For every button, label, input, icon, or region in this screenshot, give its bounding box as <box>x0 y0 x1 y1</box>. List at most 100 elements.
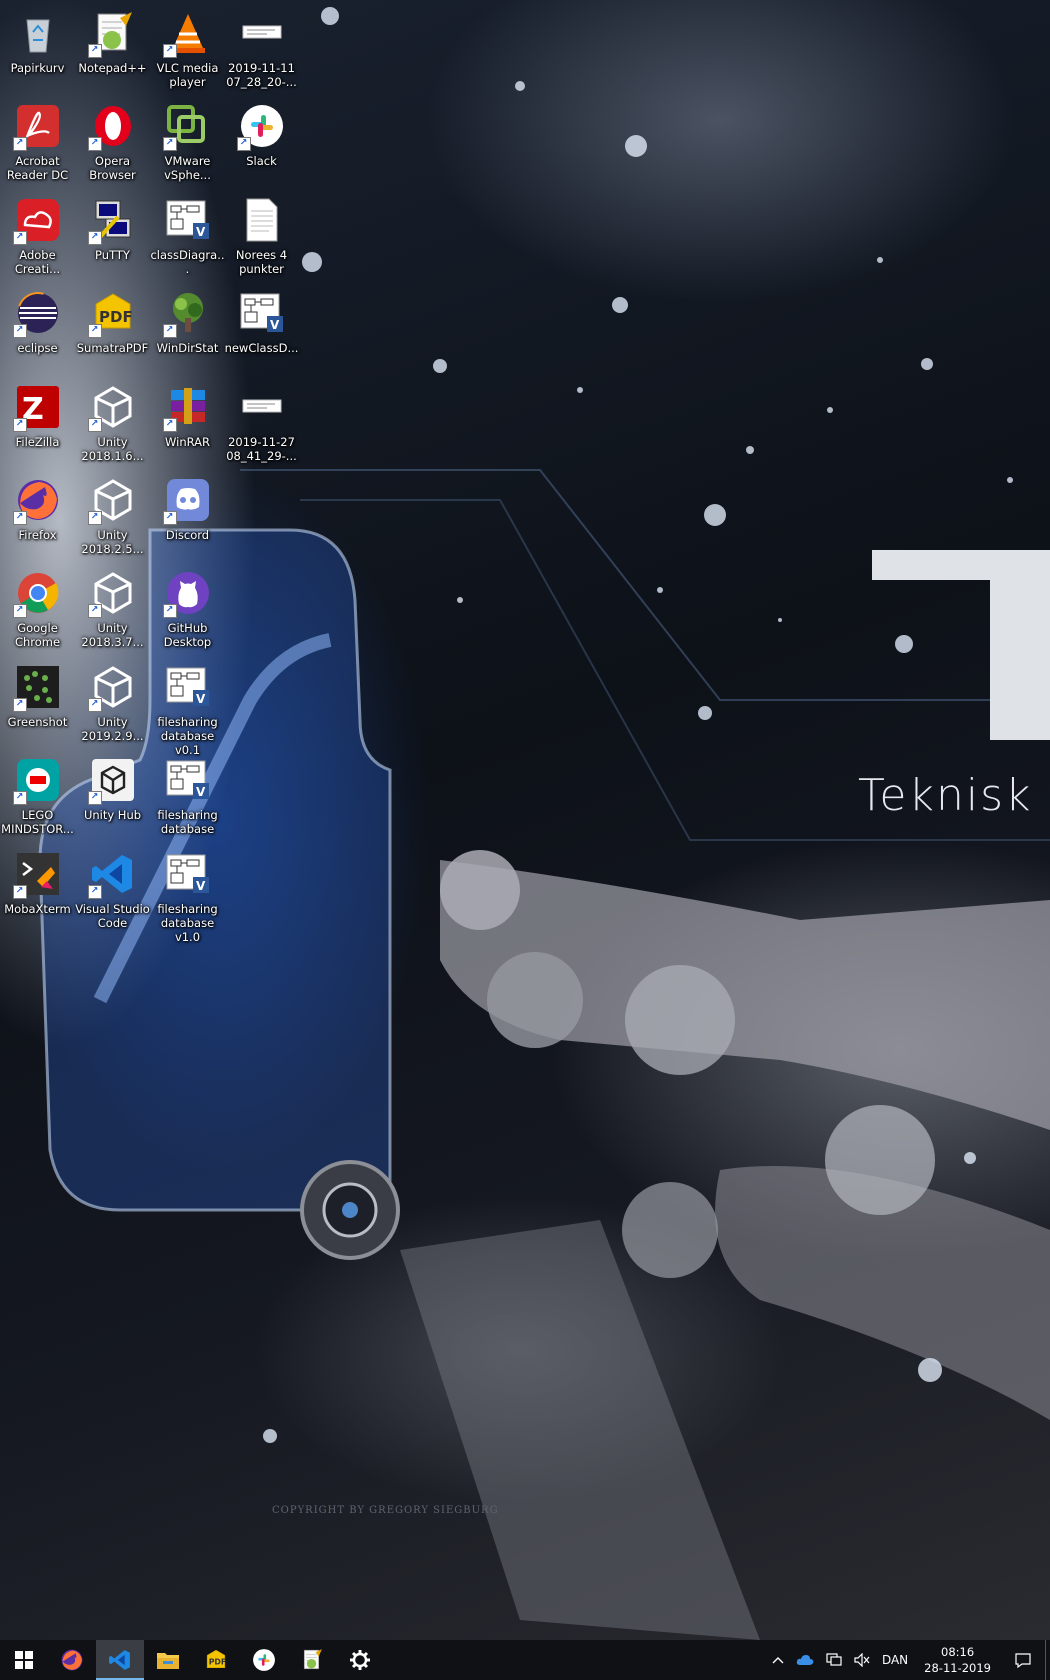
shortcut-arrow-icon: ↗ <box>236 137 251 152</box>
desktop-shortcut-filezilla[interactable]: Z ↗ FileZilla <box>0 378 75 474</box>
network-icon[interactable] <box>820 1640 848 1680</box>
windows-start-icon <box>15 1651 33 1669</box>
desktop-shortcut-acrobat[interactable]: ↗ Acrobat Reader DC <box>0 97 75 193</box>
desktop-shortcut-image-file[interactable]: 2019-11-27 08_41_29-... <box>224 378 299 474</box>
desktop-shortcut-creative-cloud[interactable]: ↗ Adobe Creati... <box>0 191 75 287</box>
action-center-icon[interactable] <box>1001 1640 1045 1680</box>
desktop-shortcut-lego-mindstorms[interactable]: ↗ LEGO MINDSTOR... <box>0 751 75 847</box>
desktop-shortcut-vscode[interactable]: ↗ Visual Studio Code <box>75 845 150 941</box>
image-file-icon <box>239 384 285 430</box>
desktop-shortcut-slack[interactable]: ↗ Slack <box>224 97 299 193</box>
shortcut-arrow-icon: ↗ <box>87 791 102 806</box>
desktop-shortcut-mobaxterm[interactable]: ↗ MobaXterm <box>0 845 75 941</box>
show-desktop-button[interactable] <box>1045 1640 1050 1680</box>
desktop-shortcut-label: GitHub Desktop <box>163 621 212 650</box>
desktop-shortcut-visio-document[interactable]: Vfilesharing database <box>150 751 225 847</box>
desktop-shortcut-text-document[interactable]: Norees 4 punkter <box>224 191 299 287</box>
shortcut-arrow-icon: ↗ <box>162 417 177 432</box>
opera-icon: ↗ <box>87 103 136 152</box>
desktop-shortcut-discord[interactable]: ↗ Discord <box>150 471 225 567</box>
desktop-shortcut-label: Slack <box>246 154 277 169</box>
chrome-icon: ↗ <box>12 570 61 619</box>
shortcut-arrow-icon: ↗ <box>12 791 27 806</box>
desktop-shortcut-label: Papirkurv <box>10 61 65 75</box>
wallpaper-copyright: COPYRIGHT BY GREGORY SIEGBURG <box>272 1505 499 1516</box>
desktop-shortcut-chrome[interactable]: ↗ Google Chrome <box>0 564 75 660</box>
desktop-shortcut-label: Adobe Creati... <box>14 247 61 276</box>
desktop-shortcut-label: SumatraPDF <box>76 341 149 356</box>
desktop-shortcut-label: classDiagra... <box>150 247 225 276</box>
shortcut-arrow-icon: ↗ <box>12 324 27 339</box>
desktop-shortcut-label: Unity 2018.1.6... <box>81 434 144 463</box>
shortcut-arrow-icon: ↗ <box>162 324 177 339</box>
desktop-shortcut-unity[interactable]: ↗ Unity 2018.1.6... <box>75 378 150 474</box>
desktop-shortcut-label: WinRAR <box>165 434 210 449</box>
shortcut-arrow-icon: ↗ <box>162 44 177 58</box>
taskbar-slack-button[interactable] <box>240 1640 288 1680</box>
desktop-shortcut-github-desktop[interactable]: ↗ GitHub Desktop <box>150 564 225 660</box>
desktop-shortcut-label: VLC media player <box>156 61 219 89</box>
shortcut-arrow-icon: ↗ <box>87 511 102 525</box>
desktop-shortcut-label: Unity 2018.3.7... <box>81 621 144 650</box>
desktop-shortcut-unity[interactable]: ↗ Unity 2018.2.5... <box>75 471 150 567</box>
desktop-shortcut-label: Notepad++ <box>78 61 147 75</box>
unity-icon: ↗ <box>87 664 136 712</box>
recycle-bin-icon <box>15 10 61 56</box>
shortcut-arrow-icon: ↗ <box>162 511 177 525</box>
notepadpp-icon <box>300 1648 324 1672</box>
greenshot-icon: ↗ <box>12 664 61 712</box>
desktop-shortcut-label: newClassD... <box>224 341 299 356</box>
desktop-shortcut-vmware[interactable]: ↗ VMware vSphe... <box>150 97 225 193</box>
show-hidden-icons-chevron-icon[interactable] <box>766 1640 790 1680</box>
desktop-shortcut-label: filesharing database <box>157 808 218 837</box>
filezilla-icon: Z ↗ <box>12 384 61 432</box>
notepadpp-icon: ↗ <box>87 10 136 58</box>
taskbar-settings-gear-button[interactable] <box>336 1640 384 1680</box>
unity-icon: ↗ <box>87 570 136 619</box>
settings-gear-icon <box>349 1649 371 1671</box>
desktop-shortcut-windirstat[interactable]: ↗ WinDirStat <box>150 284 225 380</box>
desktop-shortcut-visio-document[interactable]: Vfilesharing database v1.0 <box>150 845 225 944</box>
desktop-shortcut-unity-hub[interactable]: ↗ Unity Hub <box>75 751 150 847</box>
clock-date: 28-11-2019 <box>924 1661 991 1675</box>
desktop-shortcut-sumatrapdf[interactable]: PDF ↗ SumatraPDF <box>75 284 150 380</box>
taskbar-file-explorer-button[interactable] <box>144 1640 192 1680</box>
vlc-icon: ↗ <box>162 10 211 58</box>
shortcut-arrow-icon: ↗ <box>87 324 102 339</box>
taskbar-vscode-button[interactable] <box>96 1640 144 1680</box>
desktop-shortcut-visio-document[interactable]: Vfilesharing database v0.1 <box>150 658 225 757</box>
onedrive-cloud-icon[interactable] <box>790 1640 820 1680</box>
desktop-shortcut-image-file[interactable]: 2019-11-11 07_28_20-... <box>224 4 299 100</box>
taskbar-windows-start-button[interactable] <box>0 1640 48 1680</box>
desktop-shortcut-unity[interactable]: ↗ Unity 2019.2.9... <box>75 658 150 754</box>
desktop-shortcut-recycle-bin[interactable]: Papirkurv <box>0 4 75 100</box>
desktop-shortcut-winrar[interactable]: ↗ WinRAR <box>150 378 225 474</box>
volume-muted-icon[interactable] <box>848 1640 876 1680</box>
desktop-shortcut-putty[interactable]: ↗ PuTTY <box>75 191 150 287</box>
svg-text:V: V <box>270 318 280 332</box>
desktop-shortcut-greenshot[interactable]: ↗ Greenshot <box>0 658 75 754</box>
desktop-shortcut-label: PuTTY <box>95 247 130 262</box>
shortcut-arrow-icon: ↗ <box>12 697 27 712</box>
firefox-icon <box>60 1648 84 1672</box>
taskbar-notepadpp-button[interactable] <box>288 1640 336 1680</box>
desktop-shortcut-label: Unity Hub <box>83 808 142 823</box>
vmware-icon: ↗ <box>162 103 211 152</box>
shortcut-arrow-icon: ↗ <box>87 417 102 432</box>
desktop-shortcut-firefox[interactable]: ↗ Firefox <box>0 471 75 567</box>
visio-document-icon: V <box>165 757 211 803</box>
desktop-shortcut-notepadpp[interactable]: ↗ Notepad++ <box>75 4 150 100</box>
clock[interactable]: 08:16 28-11-2019 <box>914 1640 1001 1680</box>
desktop-shortcut-label: WinDirStat <box>156 341 219 356</box>
desktop-shortcut-unity[interactable]: ↗ Unity 2018.3.7... <box>75 564 150 660</box>
desktop-shortcut-eclipse[interactable]: ↗ eclipse <box>0 284 75 380</box>
svg-text:V: V <box>196 785 206 799</box>
input-language[interactable]: DAN <box>876 1640 914 1680</box>
desktop-shortcut-visio-document[interactable]: VnewClassD... <box>224 284 299 380</box>
desktop-shortcut-opera[interactable]: ↗ Opera Browser <box>75 97 150 193</box>
desktop-shortcut-vlc[interactable]: ↗ VLC media player <box>150 4 225 100</box>
acrobat-icon: ↗ <box>12 103 61 152</box>
desktop-shortcut-visio-document[interactable]: VclassDiagra... <box>150 191 225 287</box>
taskbar-sumatrapdf-button[interactable]: PDF <box>192 1640 240 1680</box>
taskbar-firefox-button[interactable] <box>48 1640 96 1680</box>
